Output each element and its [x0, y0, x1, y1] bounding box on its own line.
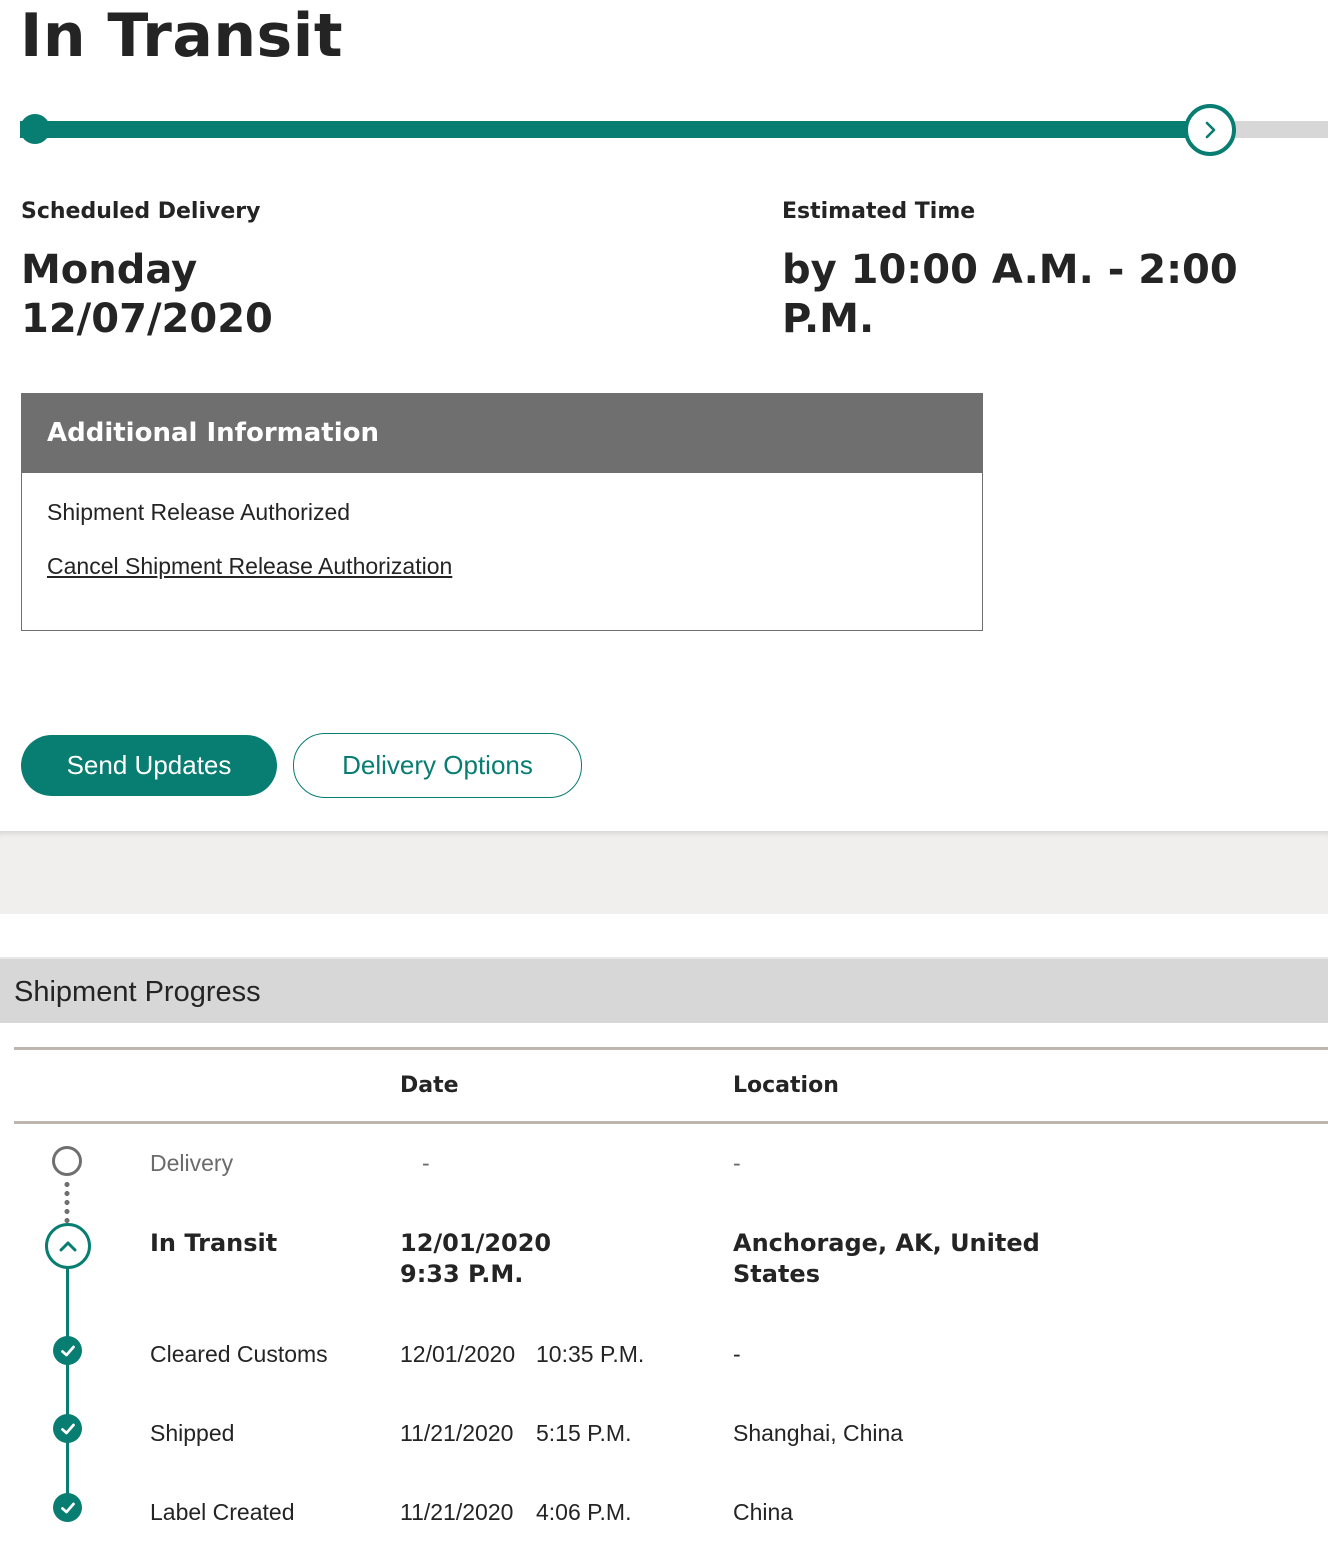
row-date: 12/01/2020 — [400, 1341, 516, 1367]
cancel-release-authorization-link[interactable]: Cancel Shipment Release Authorization — [47, 550, 452, 582]
table-header-rule — [14, 1121, 1328, 1124]
shipment-progress-bar — [20, 100, 1328, 160]
progress-knob[interactable] — [1184, 104, 1237, 156]
row-status: Shipped — [150, 1420, 235, 1446]
column-header-date: Date — [400, 1073, 459, 1098]
estimated-time-value: by 10:00 A.M. - 2:00 P.M. — [782, 247, 1238, 342]
release-status-text: Shipment Release Authorized — [47, 499, 351, 525]
progress-start-dot — [20, 114, 50, 144]
row-location: - — [733, 1150, 741, 1176]
progress-fill — [20, 121, 1211, 138]
row-status: Label Created — [150, 1499, 295, 1525]
column-header-location: Location — [733, 1073, 839, 1098]
row-location: - — [733, 1341, 741, 1367]
checkmark-icon — [53, 1414, 82, 1443]
scheduled-delivery-day: Monday — [21, 247, 198, 293]
row-location: Anchorage, AK, United — [733, 1229, 1040, 1257]
delivery-options-button[interactable]: Delivery Options — [293, 733, 582, 798]
table-top-rule — [14, 1047, 1328, 1050]
row-date: 11/21/2020 — [400, 1420, 514, 1446]
shipment-progress-header[interactable]: Shipment Progress — [0, 957, 1328, 1023]
row-location-continued: States — [733, 1260, 820, 1288]
scheduled-delivery-date: 12/07/2020 — [21, 296, 273, 342]
scheduled-delivery-label: Scheduled Delivery — [21, 199, 261, 224]
chevron-up-icon — [57, 1235, 79, 1257]
row-time: 4:06 P.M. — [536, 1499, 632, 1525]
row-date: 12/01/2020 — [400, 1229, 552, 1257]
empty-circle-icon — [52, 1146, 82, 1176]
row-date: - — [422, 1150, 430, 1176]
estimated-time-label: Estimated Time — [782, 199, 976, 224]
shipment-progress-title: Shipment Progress — [14, 976, 261, 1008]
row-status: In Transit — [150, 1229, 278, 1257]
collapse-step-button[interactable] — [45, 1223, 91, 1269]
row-location: China — [733, 1499, 794, 1525]
row-status: Delivery — [150, 1150, 234, 1176]
additional-information-panel: Additional Information Shipment Release … — [21, 393, 983, 631]
chevron-right-icon — [1200, 120, 1220, 140]
row-time: 5:15 P.M. — [536, 1420, 632, 1446]
row-location: Shanghai, China — [733, 1420, 904, 1446]
additional-information-heading: Additional Information — [22, 394, 982, 473]
timeline-dotted-connector — [64, 1180, 70, 1224]
row-time: 9:33 P.M. — [400, 1260, 524, 1288]
section-divider-band — [0, 831, 1328, 914]
row-status: Cleared Customs — [150, 1341, 328, 1367]
page-title: In Transit — [20, 1, 344, 71]
checkmark-icon — [53, 1336, 82, 1365]
row-date: 11/21/2020 — [400, 1499, 514, 1525]
row-time: 10:35 P.M. — [536, 1341, 645, 1367]
send-updates-button[interactable]: Send Updates — [21, 735, 277, 796]
checkmark-icon — [53, 1493, 82, 1522]
timeline-solid-connector — [66, 1266, 69, 1511]
